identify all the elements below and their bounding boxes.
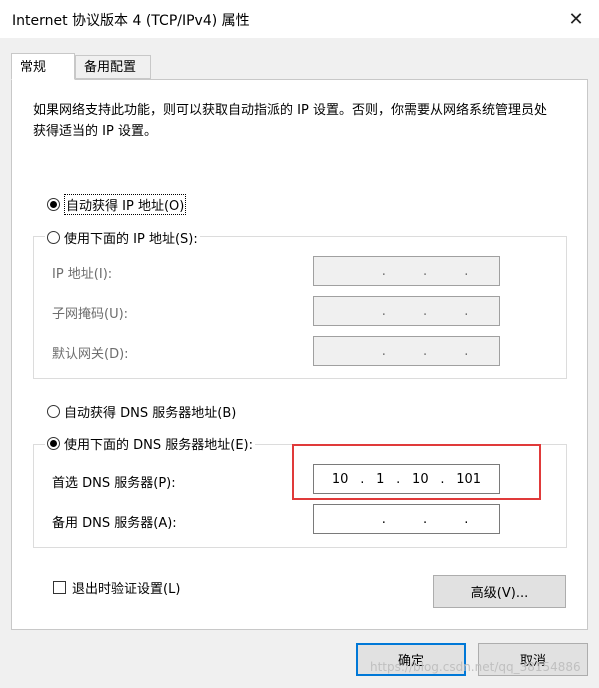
title-bar: Internet 协议版本 4 (TCP/IPv4) 属性 ✕ <box>0 0 599 38</box>
manual-dns-label: 使用下面的 DNS 服务器地址(E): <box>64 438 253 453</box>
preferred-dns-label: 首选 DNS 服务器(P): <box>52 476 176 491</box>
default-gateway-field[interactable]: ... <box>313 336 500 366</box>
manual-ip-radio[interactable]: 使用下面的 IP 地址(S): <box>45 228 200 247</box>
radio-button[interactable] <box>47 437 60 450</box>
default-gateway-label: 默认网关(D): <box>52 347 129 362</box>
tab-alternate-config[interactable]: 备用配置 <box>75 55 151 79</box>
auto-dns-radio[interactable]: 自动获得 DNS 服务器地址(B) <box>47 402 236 421</box>
auto-ip-label: 自动获得 IP 地址(O) <box>64 194 187 215</box>
checkbox[interactable] <box>53 581 66 594</box>
window-title: Internet 协议版本 4 (TCP/IPv4) 属性 <box>12 13 250 29</box>
description-text: 如果网络支持此功能，则可以获取自动指派的 IP 设置。否则，你需要从网络系统管理… <box>33 103 547 139</box>
subnet-mask-field[interactable]: ... <box>313 296 500 326</box>
auto-ip-radio[interactable]: 自动获得 IP 地址(O) <box>47 194 187 215</box>
radio-button[interactable] <box>47 198 60 211</box>
alternate-dns-field[interactable]: ... <box>313 504 500 534</box>
auto-dns-label: 自动获得 DNS 服务器地址(B) <box>64 406 237 421</box>
alternate-dns-label: 备用 DNS 服务器(A): <box>52 516 177 531</box>
ip-address-field[interactable]: ... <box>313 256 500 286</box>
subnet-mask-label: 子网掩码(U): <box>52 307 129 322</box>
radio-button[interactable] <box>47 405 60 418</box>
highlight-box <box>292 444 541 500</box>
ip-address-label: IP 地址(I): <box>52 267 113 282</box>
close-icon[interactable]: ✕ <box>553 0 599 38</box>
manual-dns-radio[interactable]: 使用下面的 DNS 服务器地址(E): <box>45 434 255 453</box>
validate-on-exit-label: 退出时验证设置(L) <box>72 582 181 597</box>
manual-ip-label: 使用下面的 IP 地址(S): <box>64 232 198 247</box>
watermark: https://blog.csdn.net/qq_38154886 <box>370 660 581 674</box>
tab-general[interactable]: 常规 <box>11 53 75 80</box>
advanced-button[interactable]: 高级(V)... <box>433 575 566 608</box>
radio-button[interactable] <box>47 231 60 244</box>
validate-on-exit-checkbox[interactable]: 退出时验证设置(L) <box>53 578 180 597</box>
